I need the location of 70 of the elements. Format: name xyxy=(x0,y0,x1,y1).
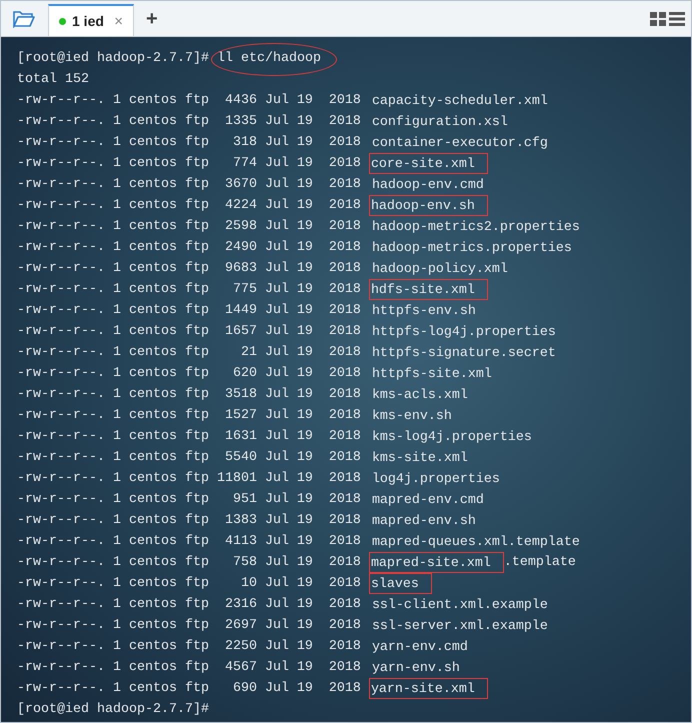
session-tab[interactable]: 1 ied × xyxy=(48,4,134,36)
file-details: -rw-r--r--. 1 centos ftp 775 Jul 19 2018 xyxy=(17,281,361,299)
file-name: hdfs-site.xml xyxy=(368,279,488,300)
file-name: httpfs-site.xml xyxy=(370,366,493,384)
file-details: -rw-r--r--. 1 centos ftp 318 Jul 19 2018 xyxy=(17,134,361,152)
file-details: -rw-r--r--. 1 centos ftp 21 Jul 19 2018 xyxy=(17,344,361,362)
file-name: hadoop-policy.xml xyxy=(370,261,509,279)
file-name: mapred-env.sh xyxy=(370,513,477,531)
file-details: -rw-r--r--. 1 centos ftp 774 Jul 19 2018 xyxy=(17,155,361,173)
menu-icon[interactable] xyxy=(669,12,685,26)
file-details: -rw-r--r--. 1 centos ftp 1335 Jul 19 2018 xyxy=(17,113,361,131)
file-details: -rw-r--r--. 1 centos ftp 1631 Jul 19 2018 xyxy=(17,428,361,446)
file-name: httpfs-signature.secret xyxy=(370,345,557,363)
file-details: -rw-r--r--. 1 centos ftp 2598 Jul 19 2018 xyxy=(17,218,361,236)
file-name-suffix: .template xyxy=(504,554,576,572)
file-name: hadoop-metrics2.properties xyxy=(370,219,581,237)
file-details: -rw-r--r--. 1 centos ftp 3518 Jul 19 2018 xyxy=(17,386,361,404)
file-name: hadoop-env.sh xyxy=(368,195,488,216)
file-details: -rw-r--r--. 1 centos ftp 2490 Jul 19 2018 xyxy=(17,239,361,257)
file-details: -rw-r--r--. 1 centos ftp 2316 Jul 19 2018 xyxy=(17,596,361,614)
file-details: -rw-r--r--. 1 centos ftp 690 Jul 19 2018 xyxy=(17,680,361,698)
file-name: mapred-site.xml xyxy=(368,552,504,573)
file-details: -rw-r--r--. 1 centos ftp 11801 Jul 19 2018 xyxy=(17,470,361,488)
file-details: -rw-r--r--. 1 centos ftp 1383 Jul 19 2018 xyxy=(17,512,361,530)
file-details: -rw-r--r--. 1 centos ftp 4224 Jul 19 2018 xyxy=(17,197,361,215)
layout-grid-icon[interactable] xyxy=(650,12,666,26)
file-name: configuration.xsl xyxy=(370,114,509,132)
file-name: yarn-site.xml xyxy=(368,678,488,699)
file-name: mapred-env.cmd xyxy=(370,492,485,510)
file-details: -rw-r--r--. 1 centos ftp 1527 Jul 19 2018 xyxy=(17,407,361,425)
file-name: core-site.xml xyxy=(368,153,488,174)
file-name: slaves xyxy=(368,573,432,594)
command-text: ll etc/hadoop xyxy=(216,48,321,69)
new-tab-button[interactable]: + xyxy=(146,8,158,28)
file-name: hadoop-metrics.properties xyxy=(370,240,573,258)
file-details: -rw-r--r--. 1 centos ftp 1449 Jul 19 2018 xyxy=(17,302,361,320)
file-details: -rw-r--r--. 1 centos ftp 620 Jul 19 2018 xyxy=(17,365,361,383)
file-name: hadoop-env.cmd xyxy=(370,177,485,195)
file-name: ssl-client.xml.example xyxy=(370,597,549,615)
file-name: yarn-env.sh xyxy=(370,660,461,678)
file-details: -rw-r--r--. 1 centos ftp 951 Jul 19 2018 xyxy=(17,491,361,509)
file-name: container-executor.cfg xyxy=(370,135,549,153)
file-name: httpfs-log4j.properties xyxy=(370,324,557,342)
file-details: -rw-r--r--. 1 centos ftp 9683 Jul 19 2018 xyxy=(17,260,361,278)
file-name: kms-site.xml xyxy=(370,450,469,468)
file-details: -rw-r--r--. 1 centos ftp 4436 Jul 19 2018 xyxy=(17,92,361,110)
file-name: capacity-scheduler.xml xyxy=(370,93,549,111)
file-name: ssl-server.xml.example xyxy=(370,618,549,636)
file-name: mapred-queues.xml.template xyxy=(370,534,581,552)
file-name: log4j.properties xyxy=(370,471,501,489)
file-details: -rw-r--r--. 1 centos ftp 1657 Jul 19 2018 xyxy=(17,323,361,341)
folder-icon[interactable] xyxy=(13,10,35,28)
file-name: kms-log4j.properties xyxy=(370,429,533,447)
file-details: -rw-r--r--. 1 centos ftp 5540 Jul 19 2018 xyxy=(17,449,361,467)
file-name: httpfs-env.sh xyxy=(370,303,477,321)
file-name: yarn-env.cmd xyxy=(370,639,469,657)
file-details: -rw-r--r--. 1 centos ftp 2697 Jul 19 2018 xyxy=(17,617,361,635)
file-details: -rw-r--r--. 1 centos ftp 758 Jul 19 2018 xyxy=(17,554,361,572)
file-details: -rw-r--r--. 1 centos ftp 3670 Jul 19 2018 xyxy=(17,176,361,194)
output-text: total 152 xyxy=(17,71,89,89)
file-name: kms-env.sh xyxy=(370,408,453,426)
file-name: kms-acls.xml xyxy=(370,387,469,405)
file-details: -rw-r--r--. 1 centos ftp 10 Jul 19 2018 xyxy=(17,575,361,593)
file-details: -rw-r--r--. 1 centos ftp 2250 Jul 19 2018 xyxy=(17,638,361,656)
file-details: -rw-r--r--. 1 centos ftp 4567 Jul 19 2018 xyxy=(17,659,361,677)
shell-prompt: [root@ied hadoop-2.7.7]# xyxy=(17,50,209,68)
close-tab-button[interactable]: × xyxy=(114,14,123,28)
tab-label: 1 ied xyxy=(72,12,104,30)
shell-prompt: [root@ied hadoop-2.7.7]# xyxy=(17,701,209,719)
file-details: -rw-r--r--. 1 centos ftp 4113 Jul 19 2018 xyxy=(17,533,361,551)
